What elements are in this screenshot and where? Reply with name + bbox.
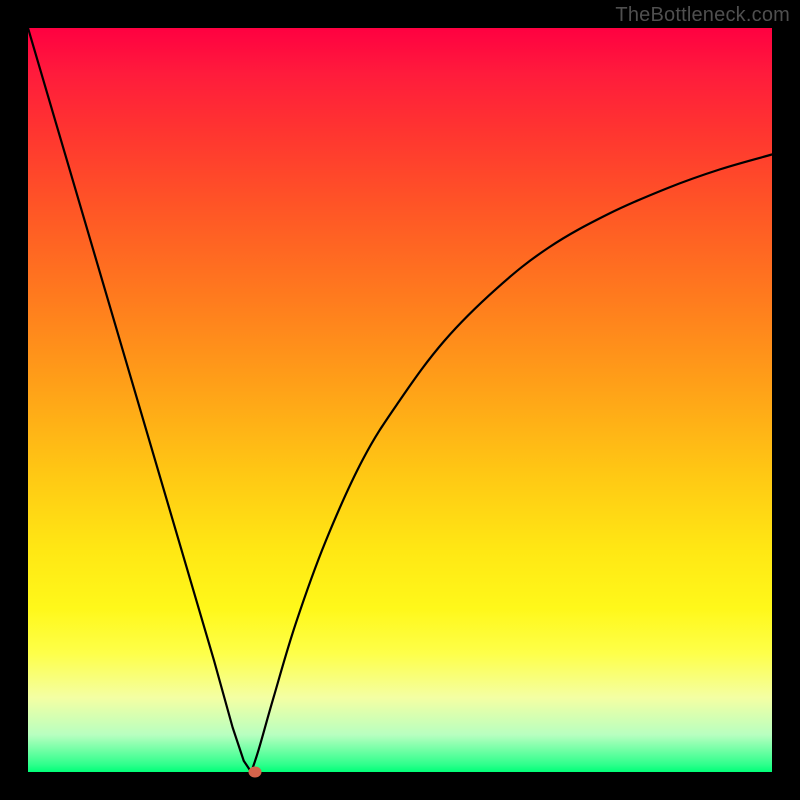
watermark-text: TheBottleneck.com <box>615 4 790 27</box>
bottleneck-curve <box>28 28 772 772</box>
optimum-marker <box>248 767 261 778</box>
plot-area <box>28 28 772 772</box>
chart-frame: TheBottleneck.com <box>0 0 800 800</box>
